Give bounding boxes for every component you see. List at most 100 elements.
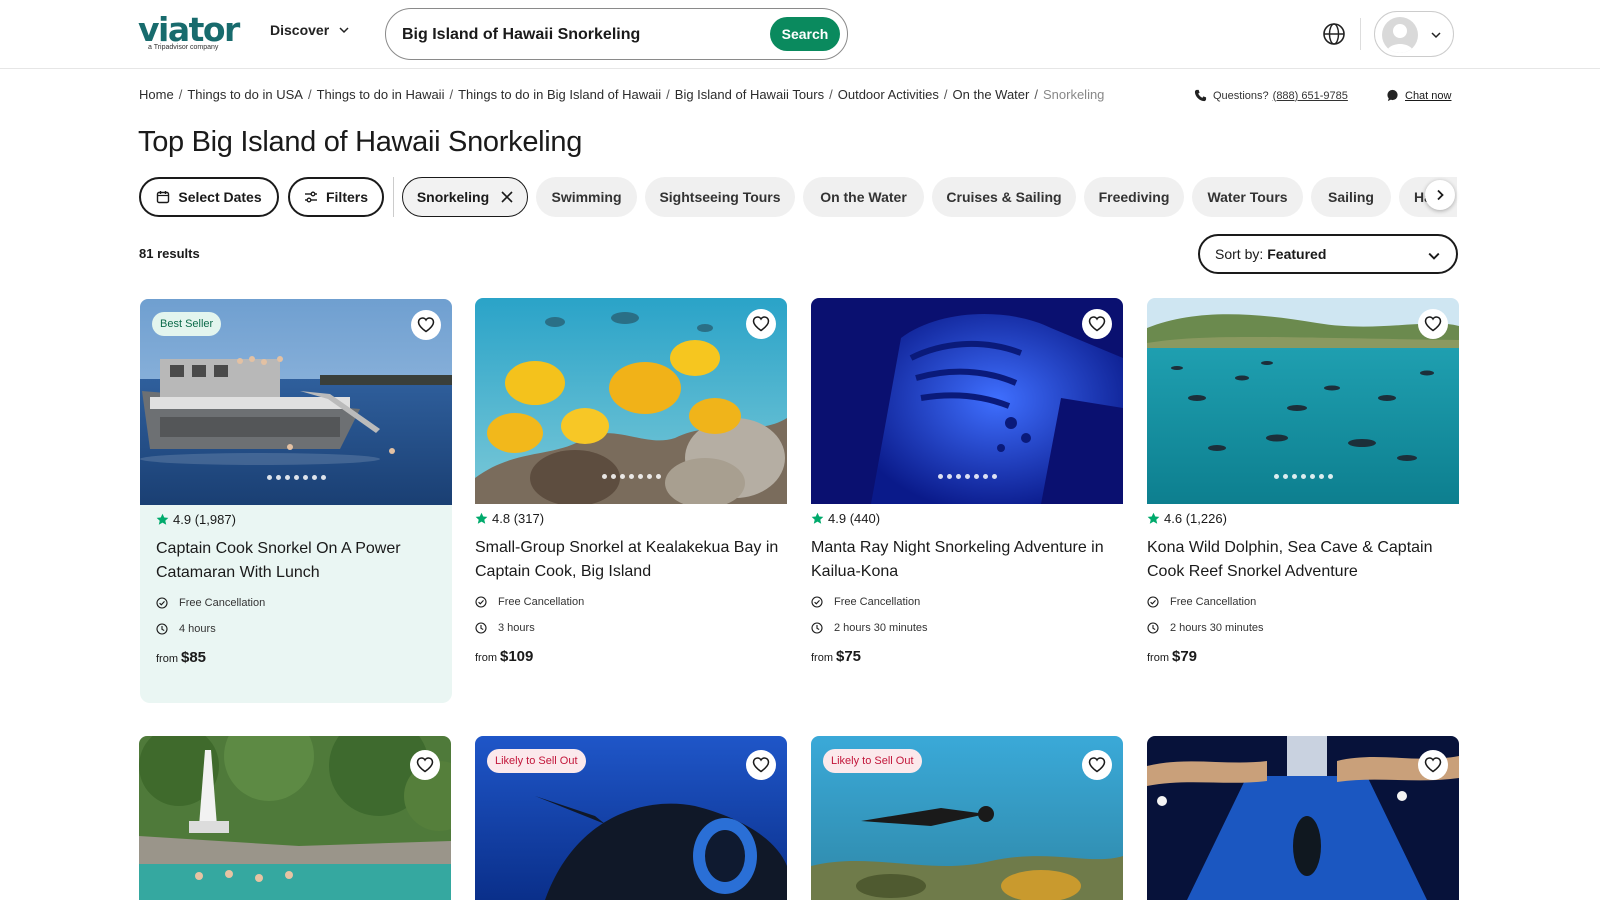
product-image[interactable]	[475, 298, 787, 504]
cancellation-text: Free Cancellation	[179, 597, 266, 609]
wishlist-button[interactable]	[1418, 309, 1448, 339]
wishlist-button[interactable]	[1082, 750, 1112, 780]
select-dates-button[interactable]: Select Dates	[139, 177, 279, 217]
breadcrumb-on-the-water[interactable]: On the Water	[953, 87, 1030, 102]
check-circle-icon	[475, 596, 487, 608]
breadcrumb-home[interactable]: Home	[139, 87, 174, 102]
chip-water-tours[interactable]: Water Tours	[1192, 177, 1303, 217]
chip-on-the-water[interactable]: On the Water	[803, 177, 924, 217]
chevron-down-icon	[339, 27, 349, 34]
cancellation-text: Free Cancellation	[498, 596, 585, 608]
product-image[interactable]	[1147, 736, 1459, 900]
free-cancellation: Free Cancellation	[811, 594, 1123, 610]
product-card[interactable]: Likely to Sell Out	[811, 736, 1123, 900]
duration-text: 2 hours 30 minutes	[834, 622, 928, 634]
sliders-icon	[304, 191, 317, 203]
monument-bay-photo	[139, 736, 451, 900]
wishlist-button[interactable]	[1082, 309, 1112, 339]
chip-freediving[interactable]: Freediving	[1084, 177, 1184, 217]
breadcrumb-tours[interactable]: Big Island of Hawaii Tours	[675, 87, 824, 102]
wishlist-button[interactable]	[411, 310, 441, 340]
discover-menu[interactable]: Discover	[270, 22, 349, 38]
check-circle-icon	[1147, 596, 1159, 608]
chip-snorkeling-label: Snorkeling	[416, 189, 490, 205]
breadcrumb-separator: /	[829, 87, 833, 102]
sort-value: Featured	[1267, 246, 1327, 262]
product-info: 4.6 (1,226) Kona Wild Dolphin, Sea Cave …	[1147, 510, 1459, 666]
image-carousel-dots	[140, 475, 452, 480]
phone-icon	[1194, 89, 1207, 102]
heart-icon	[1088, 757, 1106, 773]
price-amount: $85	[181, 649, 207, 666]
product-image[interactable]	[1147, 298, 1459, 504]
user-avatar-icon	[1382, 17, 1418, 53]
product-card[interactable]	[1147, 736, 1459, 900]
search-input[interactable]	[402, 23, 742, 47]
free-cancellation: Free Cancellation	[1147, 594, 1459, 610]
breadcrumb-big-island[interactable]: Things to do in Big Island of Hawaii	[458, 87, 661, 102]
chips-scroll-right-button[interactable]	[1425, 180, 1455, 210]
select-dates-label: Select Dates	[178, 189, 262, 205]
product-image[interactable]: Best Seller	[140, 299, 452, 505]
price-prefix: from	[475, 652, 497, 664]
chip-sightseeing-tours[interactable]: Sightseeing Tours	[645, 177, 795, 217]
product-image[interactable]: Likely to Sell Out	[475, 736, 787, 900]
wishlist-button[interactable]	[746, 750, 776, 780]
breadcrumb-usa[interactable]: Things to do in USA	[187, 87, 303, 102]
review-count: (440)	[849, 510, 881, 526]
product-card[interactable]: Best Seller 4.9 (1,987) Captain Cook Sno…	[140, 299, 452, 703]
filter-chip-bar: Select Dates Filters Snorkeling Swimming…	[139, 177, 1457, 217]
close-icon[interactable]	[501, 191, 513, 203]
product-card[interactable]: Likely to Sell Out	[475, 736, 787, 900]
sort-dropdown[interactable]: Sort by: Featured	[1198, 234, 1458, 274]
rating: 4.9 (1,987)	[156, 511, 441, 527]
chevron-down-icon	[1431, 32, 1441, 39]
check-circle-icon	[156, 597, 168, 609]
star-icon	[811, 512, 824, 524]
rating: 4.9 (440)	[811, 510, 1123, 526]
header-divider	[1360, 18, 1361, 50]
chip-swimming[interactable]: Swimming	[536, 177, 637, 217]
image-carousel-dots	[475, 474, 787, 479]
star-icon	[1147, 512, 1160, 524]
duration: 2 hours 30 minutes	[1147, 620, 1459, 636]
profile-menu-button[interactable]	[1374, 11, 1454, 57]
filters-button[interactable]: Filters	[288, 177, 384, 217]
product-title[interactable]: Captain Cook Snorkel On A Power Catamara…	[156, 537, 441, 585]
wishlist-button[interactable]	[410, 750, 440, 780]
breadcrumb-outdoor[interactable]: Outdoor Activities	[838, 87, 939, 102]
duration-text: 3 hours	[498, 622, 535, 634]
chip-cruises-sailing[interactable]: Cruises & Sailing	[932, 177, 1076, 217]
clock-icon	[811, 622, 823, 634]
heart-icon	[1424, 316, 1442, 332]
free-cancellation: Free Cancellation	[156, 595, 441, 611]
chip-sailing[interactable]: Sailing	[1311, 177, 1391, 217]
price-prefix: from	[1147, 652, 1169, 664]
chip-snorkeling-selected[interactable]: Snorkeling	[402, 177, 528, 217]
product-info: 4.8 (317) Small-Group Snorkel at Kealake…	[475, 510, 787, 666]
breadcrumb-hawaii[interactable]: Things to do in Hawaii	[317, 87, 445, 102]
search-button[interactable]: Search	[770, 17, 840, 51]
globe-icon[interactable]	[1321, 21, 1347, 47]
product-card[interactable]	[139, 736, 451, 900]
price: from $109	[475, 648, 787, 665]
product-title[interactable]: Manta Ray Night Snorkeling Adventure in …	[811, 536, 1123, 584]
product-title[interactable]: Small-Group Snorkel at Kealakekua Bay in…	[475, 536, 787, 584]
product-image[interactable]	[811, 298, 1123, 504]
breadcrumb-separator: /	[666, 87, 670, 102]
heart-icon	[752, 316, 770, 332]
check-circle-icon	[811, 596, 823, 608]
price: from $75	[811, 648, 1123, 665]
rating: 4.8 (317)	[475, 510, 787, 526]
duration: 4 hours	[156, 621, 441, 637]
wishlist-button[interactable]	[1418, 750, 1448, 780]
product-title[interactable]: Kona Wild Dolphin, Sea Cave & Captain Co…	[1147, 536, 1459, 584]
product-image[interactable]: Likely to Sell Out	[811, 736, 1123, 900]
chat-now-link[interactable]: Chat now	[1386, 89, 1451, 102]
wishlist-button[interactable]	[746, 309, 776, 339]
product-image[interactable]	[139, 736, 451, 900]
phone-number-link[interactable]: (888) 651-9785	[1273, 90, 1348, 102]
review-count: (317)	[513, 510, 545, 526]
viator-logo[interactable]: viator a Tripadvisor company	[138, 13, 242, 54]
rating-value: 4.9	[173, 511, 192, 527]
